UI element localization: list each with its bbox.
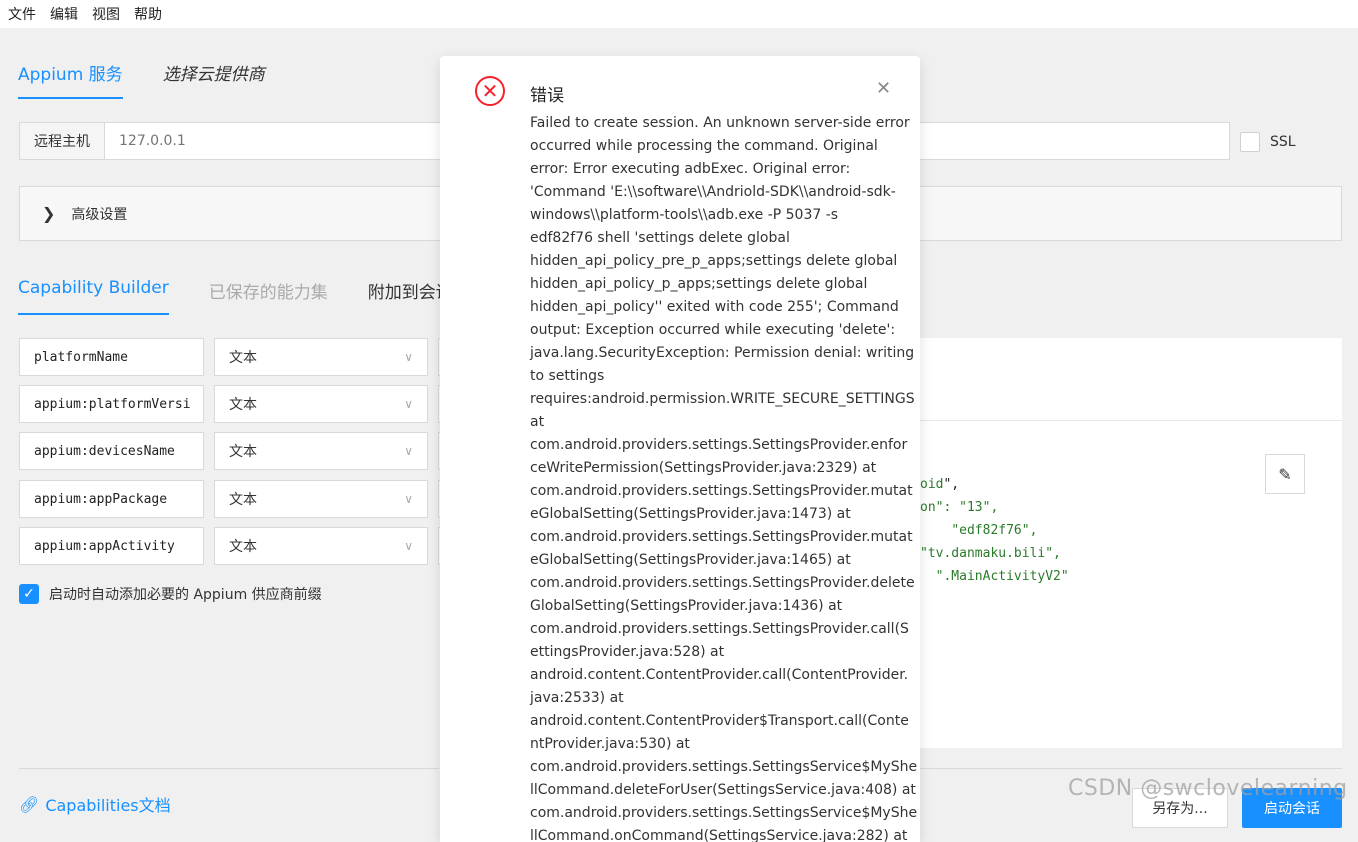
error-line: hidden_api_policy'' exited with code 255… xyxy=(530,299,899,315)
menu-file[interactable]: 文件 xyxy=(8,4,36,24)
capability-row: appium:appActivity 文本 ∨ xyxy=(19,527,459,565)
error-line: at xyxy=(530,414,545,430)
error-line: 'Command 'E:\\software\\Andriold-SDK\\an… xyxy=(530,184,896,200)
error-line: java.lang.SecurityException: Permission … xyxy=(530,345,915,361)
capability-type-value: 文本 xyxy=(229,539,257,555)
pencil-icon: ✎ xyxy=(1278,464,1292,484)
error-line: com.android.providers.settings.SettingsP… xyxy=(530,529,913,545)
tab-appium-server[interactable]: Appium 服务 xyxy=(18,60,123,99)
capabilities-doc-link[interactable]: 🔗︎ Capabilities文档 xyxy=(19,792,171,816)
close-icon[interactable]: ✕ xyxy=(876,78,891,99)
menu-help[interactable]: 帮助 xyxy=(134,4,162,24)
capability-row: appium:platformVersi 文本 ∨ xyxy=(19,385,459,423)
chevron-down-icon: ∨ xyxy=(404,350,413,364)
server-tabs: Appium 服务 选择云提供商 xyxy=(18,60,265,99)
chevron-down-icon: ∨ xyxy=(404,492,413,506)
json-preview-code: oid", on": "13", "edf82f76", "tv.danmaku.b… xyxy=(920,473,1069,588)
error-line: android.content.ContentProvider$Transpor… xyxy=(530,713,909,729)
capability-type-select[interactable]: 文本 ∨ xyxy=(214,480,428,518)
watermark: CSDN @swclovelearning xyxy=(1068,776,1348,801)
error-line: com.android.providers.settings.SettingsS… xyxy=(530,805,918,821)
error-line: java:2533) at xyxy=(530,690,624,706)
error-line: com.android.providers.settings.SettingsP… xyxy=(530,483,913,499)
chevron-down-icon: ∨ xyxy=(404,397,413,411)
capability-type-select[interactable]: 文本 ∨ xyxy=(214,385,428,423)
link-icon: 🔗︎ xyxy=(19,794,40,814)
json-line-5-value: ".MainActivityV2" xyxy=(935,569,1069,584)
json-line-3-value: "edf82f76", xyxy=(951,523,1038,538)
capability-type-select[interactable]: 文本 ∨ xyxy=(214,432,428,470)
error-line: GlobalSetting(SettingsProvider.java:1436… xyxy=(530,598,843,614)
capability-name-input[interactable]: appium:devicesName xyxy=(19,432,204,470)
tab-cloud-provider[interactable]: 选择云提供商 xyxy=(163,60,265,99)
capability-type-select[interactable]: 文本 ∨ xyxy=(214,338,428,376)
auto-prefix-checkbox[interactable]: ✓ xyxy=(19,584,39,604)
error-line: hidden_api_policy_p_apps;settings delete… xyxy=(530,276,868,292)
error-line: llCommand.onCommand(SettingsService.java… xyxy=(530,828,908,842)
json-line-1-key: oid xyxy=(920,477,944,492)
capability-type-select[interactable]: 文本 ∨ xyxy=(214,527,428,565)
error-line: android.content.ContentProvider.call(Con… xyxy=(530,667,909,683)
footer-divider xyxy=(19,768,439,769)
error-line: hidden_api_policy_pre_p_apps;settings de… xyxy=(530,253,898,269)
error-line: output: Exception occurred while executi… xyxy=(530,322,896,338)
tab-capability-builder[interactable]: Capability Builder xyxy=(18,278,169,315)
error-line: eGlobalSetting(SettingsProvider.java:146… xyxy=(530,552,851,568)
capability-row: appium:appPackage 文本 ∨ xyxy=(19,480,459,518)
error-line: llCommand.deleteForUser(SettingsService.… xyxy=(530,782,916,798)
json-line-2-key: on": xyxy=(920,500,960,515)
error-line: com.android.providers.settings.SettingsP… xyxy=(530,437,908,453)
error-line: ntProvider.java:530) at xyxy=(530,736,690,752)
capability-type-value: 文本 xyxy=(229,397,257,413)
capability-type-value: 文本 xyxy=(229,444,257,460)
error-line: windows\\platform-tools\\adb.exe -P 5037… xyxy=(530,207,839,223)
error-line: requires:android.permission.WRITE_SECURE… xyxy=(530,391,915,407)
chevron-down-icon: ∨ xyxy=(404,444,413,458)
auto-prefix-label: 启动时自动添加必要的 Appium 供应商前缀 xyxy=(49,587,322,603)
error-dialog-title: 错误 xyxy=(530,86,564,106)
advanced-settings-label: 高级设置 xyxy=(71,206,128,223)
auto-prefix-option[interactable]: ✓ 启动时自动添加必要的 Appium 供应商前缀 xyxy=(19,584,322,604)
error-line: occurred while processing the command. O… xyxy=(530,138,878,154)
error-message: Failed to create session. An unknown ser… xyxy=(530,112,918,842)
capability-name-input[interactable]: platformName xyxy=(19,338,204,376)
json-line-1-tail: ", xyxy=(943,477,960,492)
error-line: to settings xyxy=(530,368,605,384)
capability-name-input[interactable]: appium:appPackage xyxy=(19,480,204,518)
chevron-down-icon: ∨ xyxy=(404,539,413,553)
error-line: com.android.providers.settings.SettingsP… xyxy=(530,575,915,591)
ssl-label: SSL xyxy=(1270,134,1296,150)
error-line: ettingsProvider.java:528) at xyxy=(530,644,725,660)
error-line: com.android.providers.settings.SettingsP… xyxy=(530,621,909,637)
edit-json-button[interactable]: ✎ xyxy=(1265,454,1305,494)
ssl-option[interactable]: SSL xyxy=(1240,132,1296,152)
capability-row: platformName 文本 ∨ xyxy=(19,338,459,376)
menu-bar: 文件 编辑 视图 帮助 xyxy=(0,0,1358,28)
remote-host-label: 远程主机 xyxy=(20,123,105,159)
capabilities-doc-label: Capabilities文档 xyxy=(45,796,171,815)
capability-type-value: 文本 xyxy=(229,492,257,508)
json-panel-divider xyxy=(920,420,1342,421)
error-line: com.android.providers.settings.SettingsS… xyxy=(530,759,918,775)
menu-view[interactable]: 视图 xyxy=(92,4,120,24)
capability-type-value: 文本 xyxy=(229,350,257,366)
json-line-4-value: "tv.danmaku.bili", xyxy=(920,546,1061,561)
error-line: ceWritePermission(SettingsProvider.java:… xyxy=(530,460,877,476)
error-circle-icon: ✕ xyxy=(475,76,505,106)
tab-saved-capabilities[interactable]: 已保存的能力集 xyxy=(209,278,328,315)
error-line: eGlobalSetting(SettingsProvider.java:147… xyxy=(530,506,851,522)
footer-divider-right xyxy=(920,768,1342,769)
error-line: error: Error executing adbExec. Original… xyxy=(530,161,851,177)
chevron-right-icon: ❯ xyxy=(42,204,56,223)
ssl-checkbox[interactable] xyxy=(1240,132,1260,152)
capability-name-input[interactable]: appium:platformVersi xyxy=(19,385,204,423)
capability-name-input[interactable]: appium:appActivity xyxy=(19,527,204,565)
error-line: Failed to create session. An unknown ser… xyxy=(530,115,910,131)
error-dialog: ✕ 错误 ✕ Failed to create session. An unkn… xyxy=(440,56,920,842)
capability-row: appium:devicesName 文本 ∨ xyxy=(19,432,459,470)
json-line-2-value: "13", xyxy=(959,500,999,515)
error-line: edf82f76 shell 'settings delete global xyxy=(530,230,790,246)
menu-edit[interactable]: 编辑 xyxy=(50,4,78,24)
capability-tabs: Capability Builder 已保存的能力集 附加到会话 xyxy=(18,278,453,315)
